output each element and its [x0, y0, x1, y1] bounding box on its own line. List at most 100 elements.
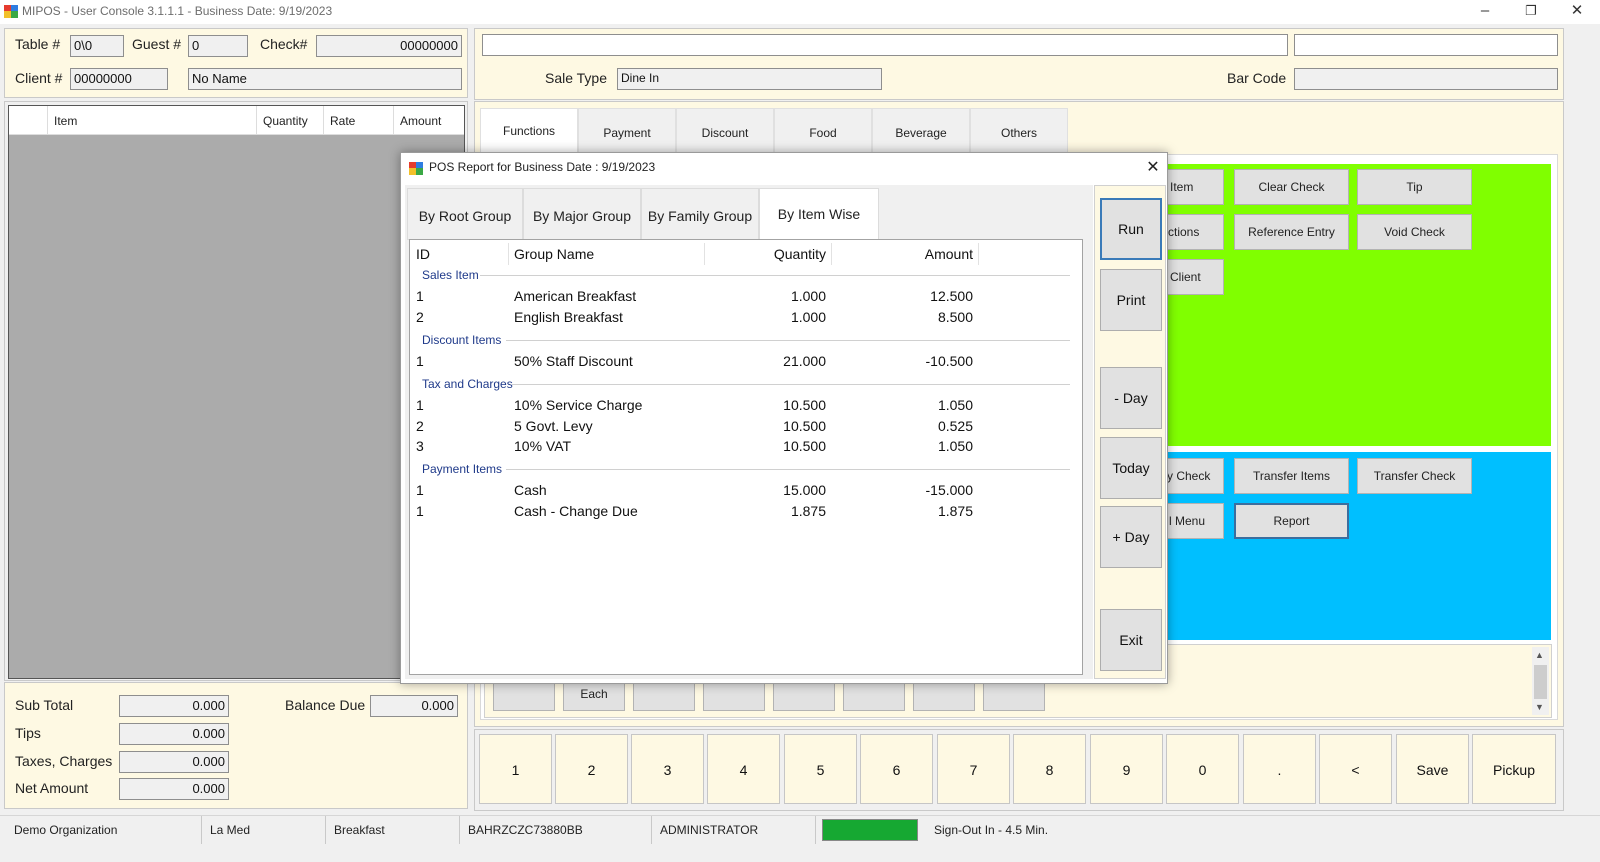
check-info-panel: Table # 0\0 Guest # 0 Check# 00000000 Cl… — [4, 28, 468, 98]
scroll-up-icon[interactable]: ▲ — [1535, 650, 1544, 660]
dialog-title: POS Report for Business Date : 9/19/2023 — [429, 160, 656, 174]
row-quantity: 10.500 — [783, 438, 826, 454]
tab-by-family-group[interactable]: By Family Group — [641, 188, 759, 240]
numpad-5[interactable]: 5 — [784, 734, 857, 804]
pickup-button[interactable]: Pickup — [1472, 734, 1556, 804]
functions-button[interactable]: ctions — [1160, 214, 1224, 250]
row-amount: -10.500 — [925, 353, 973, 369]
tab-by-root-group[interactable]: By Root Group — [407, 188, 523, 240]
guest-label: Guest # — [132, 36, 182, 52]
item-button[interactable]: Item — [1160, 169, 1224, 205]
row-name: 10% Service Charge — [514, 397, 643, 413]
subtotal-label: Sub Total — [15, 697, 74, 713]
numpad-2[interactable]: 2 — [555, 734, 628, 804]
numpad-4[interactable]: 4 — [707, 734, 780, 804]
net-amount-label: Net Amount — [15, 780, 89, 796]
window-title: MIPOS - User Console 3.1.1.1 - Business … — [22, 4, 333, 18]
status-indicator — [822, 819, 918, 841]
pos-report-dialog: POS Report for Business Date : 9/19/2023… — [400, 152, 1168, 684]
tab-beverage[interactable]: Beverage — [872, 108, 970, 154]
order-grid[interactable]: Item Quantity Rate Amount — [8, 105, 465, 679]
grid-header-item[interactable]: Item — [47, 106, 256, 135]
secondary-input[interactable] — [1294, 34, 1558, 56]
row-name: 5 Govt. Levy — [514, 418, 593, 434]
tab-food[interactable]: Food — [774, 108, 872, 154]
row-name: 10% VAT — [514, 438, 572, 454]
menu-button[interactable]: l Menu — [1160, 503, 1224, 539]
numpad-8[interactable]: 8 — [1013, 734, 1086, 804]
grid-header-amount[interactable]: Amount — [393, 106, 464, 135]
run-button[interactable]: Run — [1100, 198, 1162, 260]
taxes-label: Taxes, Charges — [15, 753, 113, 769]
tab-discount[interactable]: Discount — [676, 108, 774, 154]
row-quantity: 10.500 — [783, 418, 826, 434]
today-button[interactable]: Today — [1100, 437, 1162, 499]
numpad-decimal[interactable]: . — [1243, 734, 1316, 804]
tab-by-item-wise[interactable]: By Item Wise — [759, 188, 879, 242]
client-button[interactable]: Client — [1160, 259, 1224, 295]
col-header-id[interactable]: ID — [416, 246, 430, 262]
dialog-close-button[interactable]: ✕ — [1139, 155, 1167, 181]
check-field[interactable]: 00000000 — [316, 35, 462, 57]
tips-label: Tips — [15, 725, 41, 741]
row-id: 1 — [416, 397, 424, 413]
numpad-backspace[interactable]: < — [1319, 734, 1392, 804]
grid-header-quantity[interactable]: Quantity — [256, 106, 323, 135]
table-field[interactable]: 0\0 — [70, 35, 124, 57]
entry-input[interactable] — [482, 34, 1288, 56]
row-id: 1 — [416, 503, 424, 519]
numpad-0[interactable]: 0 — [1166, 734, 1239, 804]
client-field[interactable]: 00000000 — [70, 68, 168, 90]
report-list[interactable]: ID Group Name Quantity Amount Sales Item… — [409, 239, 1083, 675]
row-quantity: 15.000 — [783, 482, 826, 498]
row-name: English Breakfast — [514, 309, 623, 325]
numpad-9[interactable]: 9 — [1090, 734, 1163, 804]
next-day-button[interactable]: + Day — [1100, 506, 1162, 568]
col-header-group-name[interactable]: Group Name — [514, 246, 594, 262]
tip-button[interactable]: Tip — [1357, 169, 1472, 205]
blue-function-panel: y Check Transfer Items Transfer Check l … — [1160, 452, 1551, 640]
report-button[interactable]: Report — [1234, 503, 1349, 539]
row-quantity: 1.875 — [790, 503, 826, 519]
client-name-field[interactable]: No Name — [188, 68, 462, 90]
numpad-1[interactable]: 1 — [479, 734, 552, 804]
guest-field[interactable]: 0 — [188, 35, 248, 57]
scroll-thumb[interactable] — [1534, 665, 1547, 699]
numpad-3[interactable]: 3 — [631, 734, 704, 804]
tab-by-major-group[interactable]: By Major Group — [523, 188, 641, 240]
print-button[interactable]: Print — [1100, 269, 1162, 331]
close-button[interactable]: ✕ — [1554, 0, 1600, 24]
barcode-field[interactable] — [1294, 68, 1558, 90]
scroll-down-icon[interactable]: ▼ — [1535, 702, 1544, 712]
previous-day-button[interactable]: - Day — [1100, 367, 1162, 429]
grid-header-rate[interactable]: Rate — [323, 106, 393, 135]
col-divider — [508, 243, 509, 265]
row-id: 1 — [416, 288, 424, 304]
sale-type-field[interactable]: Dine In — [617, 68, 882, 90]
col-header-amount[interactable]: Amount — [836, 246, 973, 262]
clear-check-button[interactable]: Clear Check — [1234, 169, 1349, 205]
title-bar: MIPOS - User Console 3.1.1.1 - Business … — [0, 0, 1600, 24]
app-icon — [4, 5, 18, 18]
col-divider — [704, 243, 705, 265]
scrollbar[interactable]: ▲ ▼ — [1532, 647, 1549, 715]
tab-payment[interactable]: Payment — [578, 108, 676, 154]
totals-panel: Sub Total 0.000 Tips 0.000 Taxes, Charge… — [4, 682, 468, 809]
numpad-6[interactable]: 6 — [860, 734, 933, 804]
col-header-quantity[interactable]: Quantity — [710, 246, 826, 262]
restore-button[interactable]: ❐ — [1508, 0, 1554, 24]
exit-button[interactable]: Exit — [1100, 609, 1162, 671]
transfer-check-button[interactable]: Transfer Check — [1357, 458, 1472, 494]
tab-others[interactable]: Others — [970, 108, 1068, 154]
numpad-7[interactable]: 7 — [937, 734, 1010, 804]
minimize-button[interactable]: – — [1462, 0, 1508, 24]
transfer-items-button[interactable]: Transfer Items — [1234, 458, 1349, 494]
taxes-value: 0.000 — [119, 751, 229, 773]
group-divider — [506, 340, 1070, 341]
save-button[interactable]: Save — [1396, 734, 1469, 804]
row-amount: 8.500 — [937, 309, 973, 325]
tab-functions[interactable]: Functions — [480, 108, 578, 154]
reference-entry-button[interactable]: Reference Entry — [1234, 214, 1349, 250]
split-check-button[interactable]: y Check — [1160, 458, 1224, 494]
void-check-button[interactable]: Void Check — [1357, 214, 1472, 250]
